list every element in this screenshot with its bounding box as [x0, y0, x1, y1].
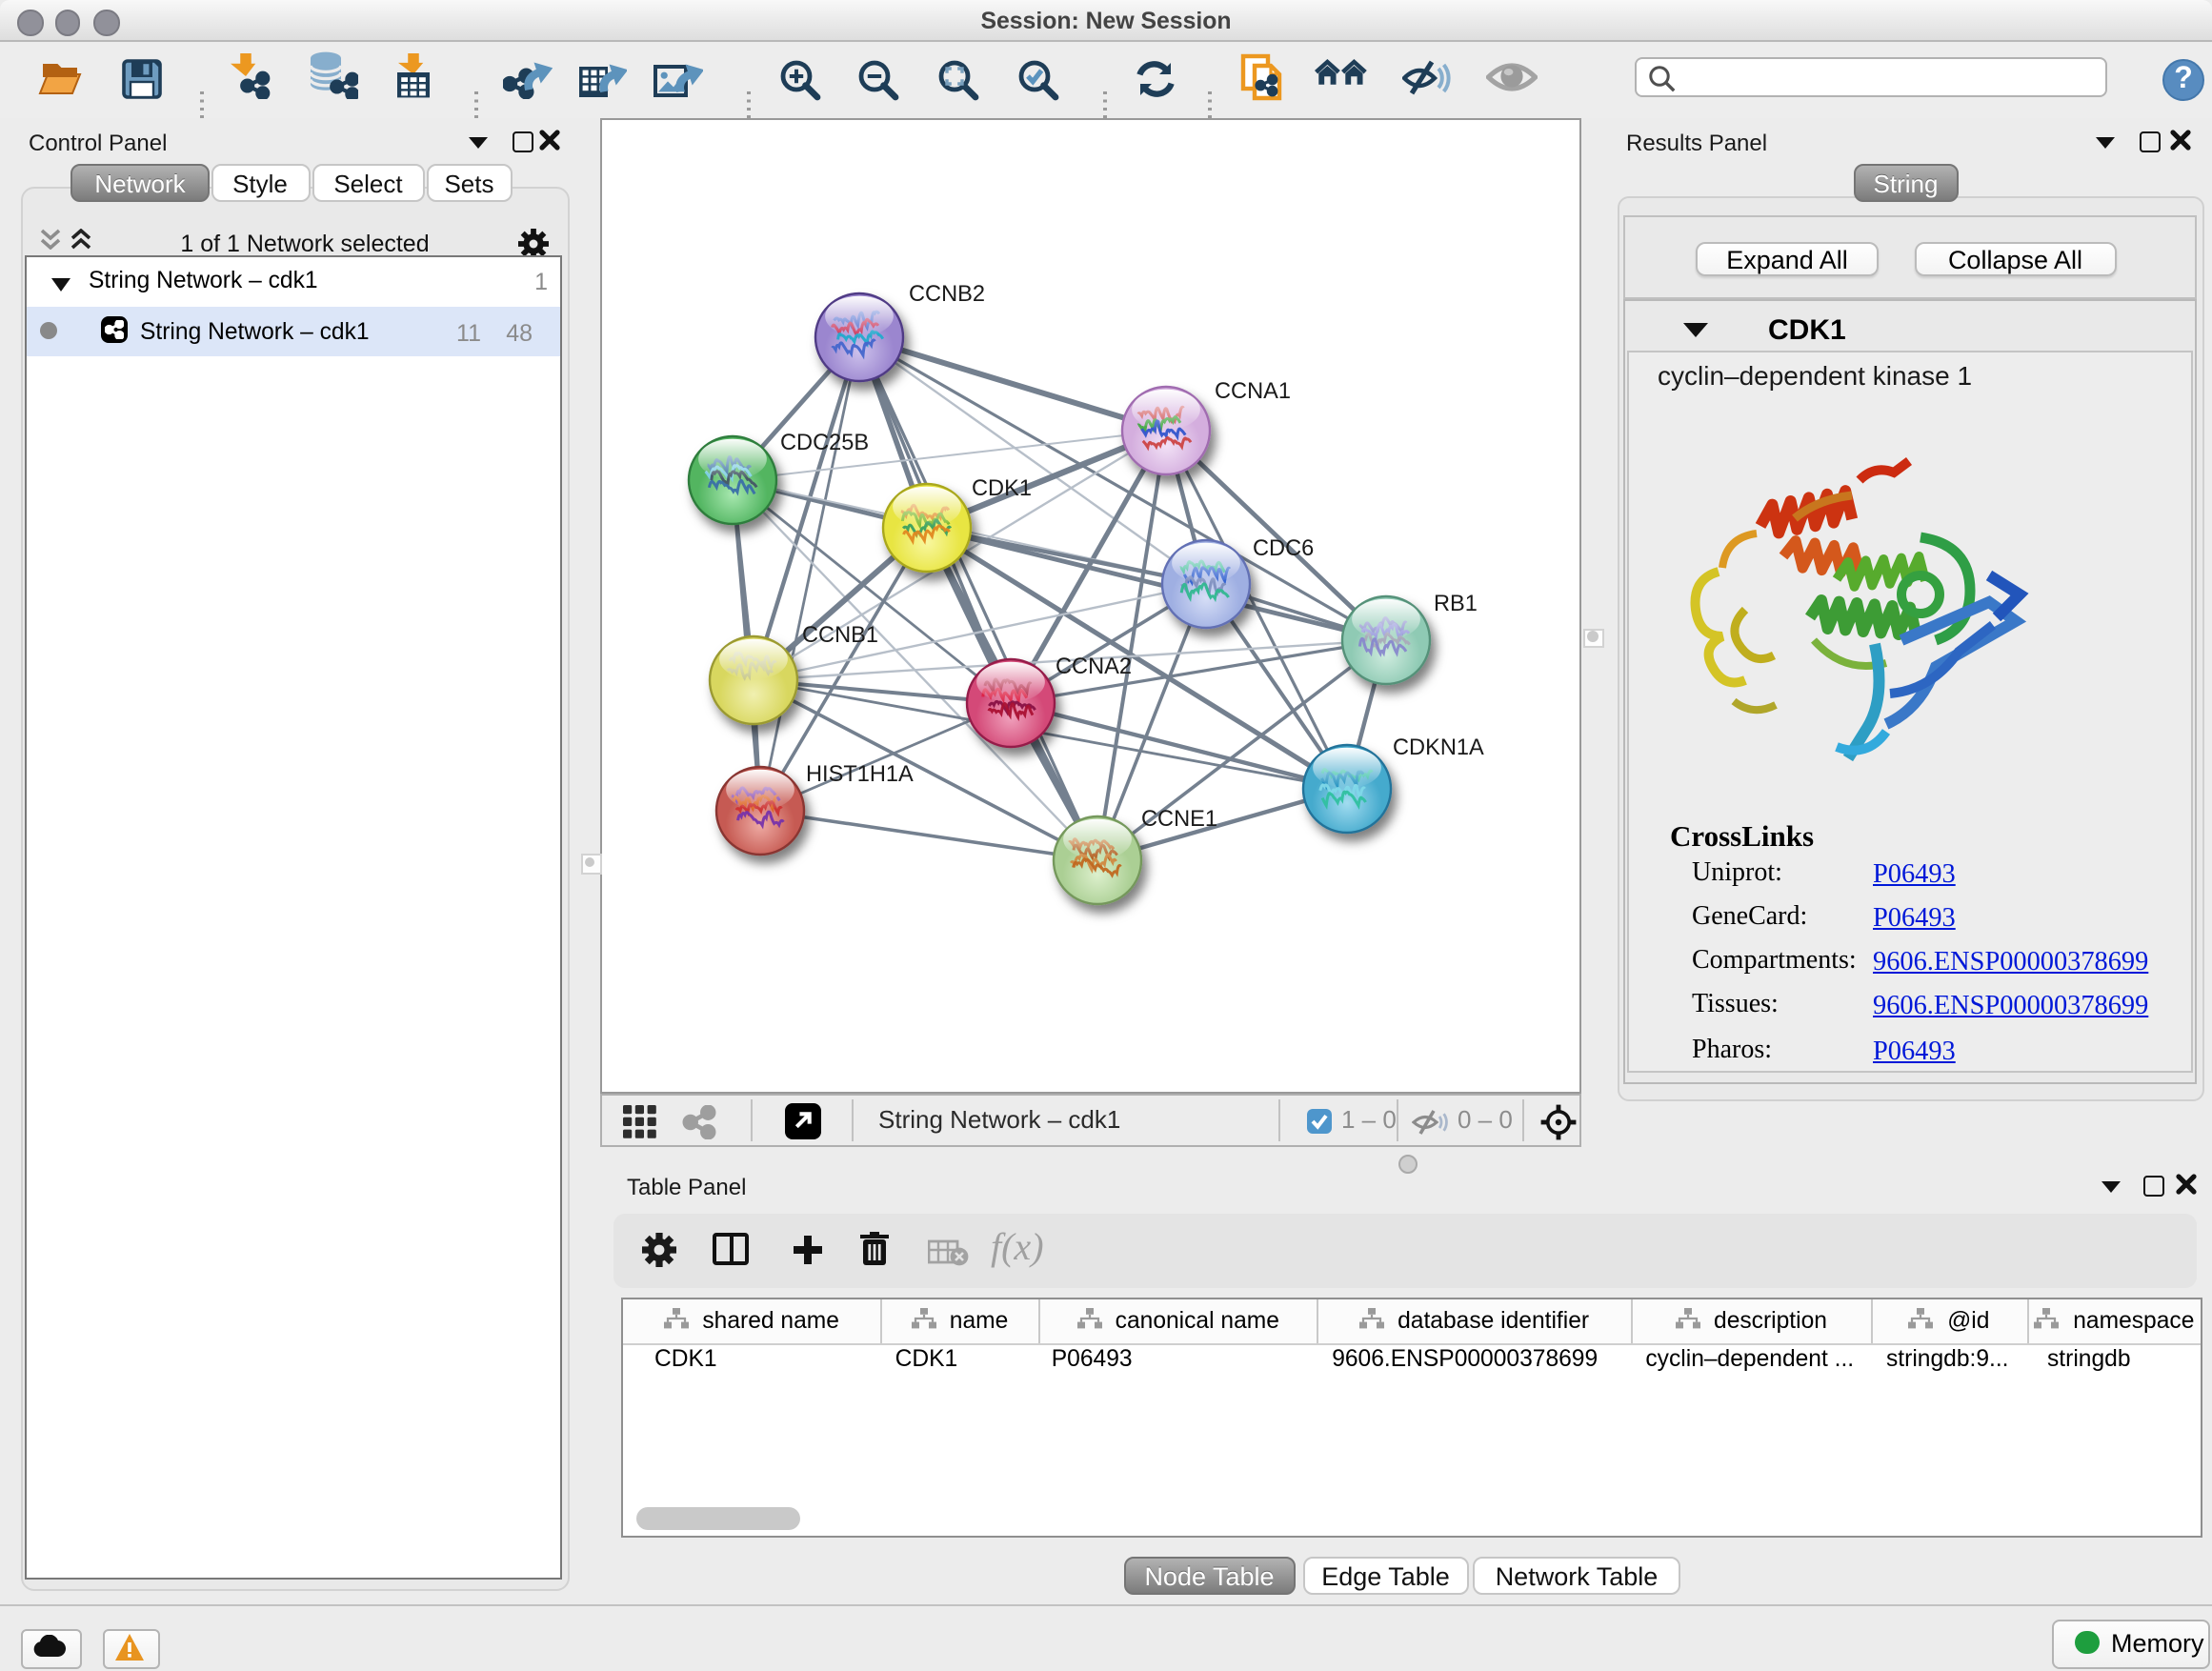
svg-text:CDC6: CDC6 — [1253, 536, 1314, 561]
svg-text:CCNA2: CCNA2 — [1056, 654, 1132, 679]
svg-text:CCNB2: CCNB2 — [909, 282, 985, 307]
svg-text:CDC25B: CDC25B — [780, 431, 869, 455]
svg-text:CDKN1A: CDKN1A — [1393, 735, 1484, 760]
svg-text:CDK1: CDK1 — [972, 476, 1032, 501]
svg-text:RB1: RB1 — [1434, 592, 1478, 616]
svg-text:CCNA1: CCNA1 — [1215, 379, 1291, 404]
svg-text:CCNB1: CCNB1 — [802, 623, 878, 648]
svg-text:HIST1H1A: HIST1H1A — [806, 762, 914, 787]
svg-text:CCNE1: CCNE1 — [1141, 807, 1217, 832]
